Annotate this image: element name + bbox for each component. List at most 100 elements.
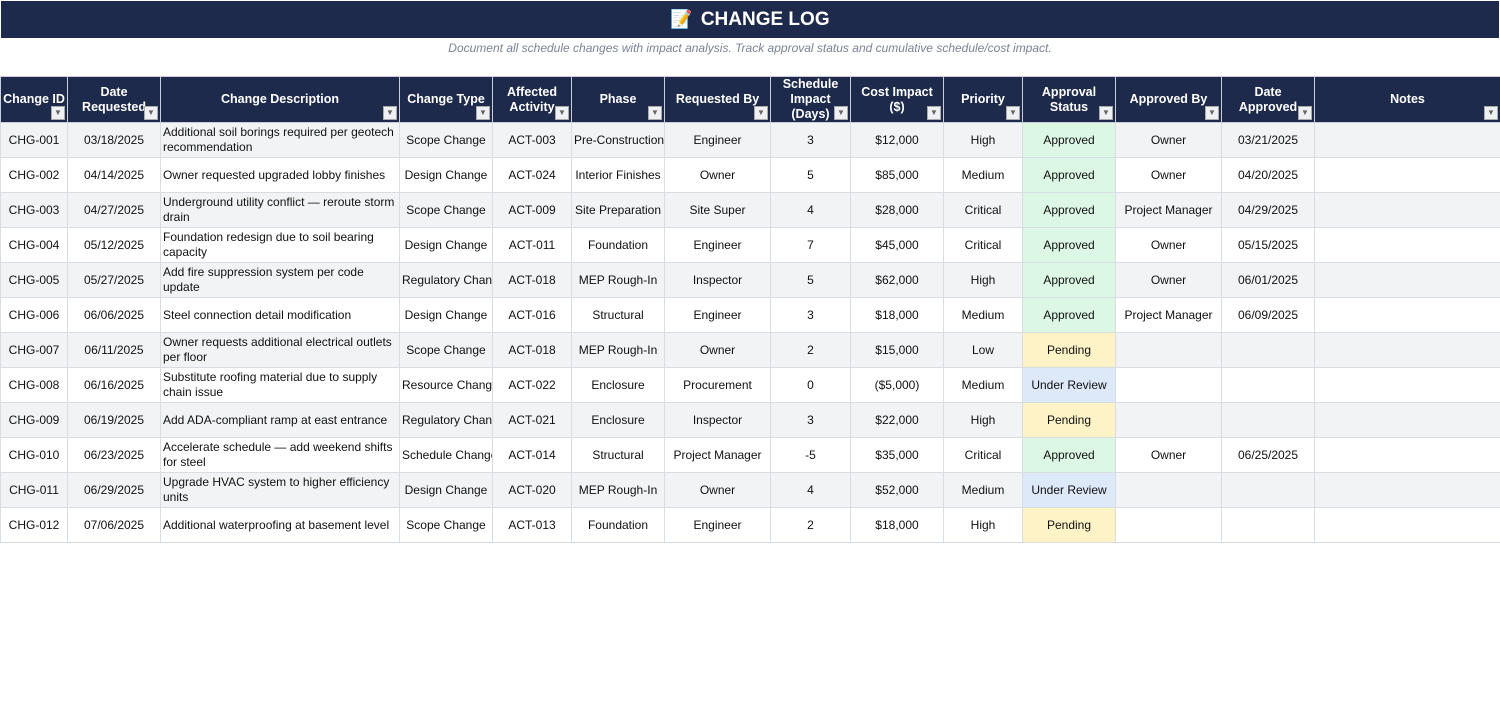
cell-approval-status[interactable]: Under Review <box>1022 367 1116 403</box>
cell-requested-by[interactable]: Project Manager <box>664 437 771 473</box>
cell-approved-by[interactable] <box>1115 472 1222 508</box>
cell-notes[interactable] <box>1314 262 1500 298</box>
filter-dropdown-icon[interactable]: ▼ <box>51 106 65 120</box>
cell-cost-impact[interactable]: $18,000 <box>850 297 944 333</box>
column-header[interactable]: Phase ▼ <box>571 76 665 123</box>
cell-change-id[interactable]: CHG-011 <box>0 472 68 508</box>
cell-approval-status[interactable]: Under Review <box>1022 472 1116 508</box>
cell-approved-by[interactable] <box>1115 332 1222 368</box>
cell-priority[interactable]: Critical <box>943 227 1023 263</box>
column-header[interactable]: Change Description ▼ <box>160 76 400 123</box>
cell-change-description[interactable]: Accelerate schedule — add weekend shifts… <box>160 437 400 473</box>
cell-approval-status[interactable]: Pending <box>1022 402 1116 438</box>
cell-schedule-impact-days[interactable]: 3 <box>770 122 851 158</box>
cell-change-type[interactable]: Scope Change <box>399 332 493 368</box>
cell-phase[interactable]: Enclosure <box>571 367 665 403</box>
cell-date-approved[interactable]: 04/20/2025 <box>1221 157 1315 193</box>
column-header[interactable]: Requested By ▼ <box>664 76 771 123</box>
cell-change-id[interactable]: CHG-012 <box>0 507 68 543</box>
cell-cost-impact[interactable]: $35,000 <box>850 437 944 473</box>
cell-change-description[interactable]: Add fire suppression system per code upd… <box>160 262 400 298</box>
cell-change-type[interactable]: Regulatory Change <box>399 262 493 298</box>
cell-notes[interactable] <box>1314 402 1500 438</box>
cell-notes[interactable] <box>1314 472 1500 508</box>
cell-change-type[interactable]: Scope Change <box>399 507 493 543</box>
cell-change-type[interactable]: Design Change <box>399 472 493 508</box>
cell-requested-by[interactable]: Owner <box>664 332 771 368</box>
cell-change-id[interactable]: CHG-008 <box>0 367 68 403</box>
filter-dropdown-icon[interactable]: ▼ <box>648 106 662 120</box>
cell-affected-activity[interactable]: ACT-011 <box>492 227 572 263</box>
cell-date-requested[interactable]: 06/29/2025 <box>67 472 161 508</box>
cell-cost-impact[interactable]: $18,000 <box>850 507 944 543</box>
filter-dropdown-icon[interactable]: ▼ <box>1006 106 1020 120</box>
cell-cost-impact[interactable]: $45,000 <box>850 227 944 263</box>
cell-date-approved[interactable]: 05/15/2025 <box>1221 227 1315 263</box>
cell-change-type[interactable]: Scope Change <box>399 192 493 228</box>
column-header[interactable]: Approval Status ▼ <box>1022 76 1116 123</box>
cell-date-requested[interactable]: 05/27/2025 <box>67 262 161 298</box>
cell-schedule-impact-days[interactable]: 5 <box>770 262 851 298</box>
cell-priority[interactable]: Medium <box>943 367 1023 403</box>
cell-date-approved[interactable] <box>1221 367 1315 403</box>
cell-cost-impact[interactable]: $15,000 <box>850 332 944 368</box>
cell-priority[interactable]: High <box>943 122 1023 158</box>
cell-approved-by[interactable] <box>1115 367 1222 403</box>
cell-schedule-impact-days[interactable]: 2 <box>770 507 851 543</box>
cell-phase[interactable]: Interior Finishes <box>571 157 665 193</box>
cell-approved-by[interactable]: Owner <box>1115 157 1222 193</box>
cell-date-approved[interactable]: 06/25/2025 <box>1221 437 1315 473</box>
cell-phase[interactable]: Enclosure <box>571 402 665 438</box>
cell-change-description[interactable]: Owner requested upgraded lobby finishes <box>160 157 400 193</box>
cell-affected-activity[interactable]: ACT-018 <box>492 332 572 368</box>
column-header[interactable]: Affected Activity ▼ <box>492 76 572 123</box>
cell-phase[interactable]: Foundation <box>571 507 665 543</box>
cell-approval-status[interactable]: Approved <box>1022 157 1116 193</box>
cell-requested-by[interactable]: Inspector <box>664 262 771 298</box>
cell-notes[interactable] <box>1314 332 1500 368</box>
cell-priority[interactable]: High <box>943 507 1023 543</box>
cell-phase[interactable]: Foundation <box>571 227 665 263</box>
cell-change-description[interactable]: Additional soil borings required per geo… <box>160 122 400 158</box>
cell-approval-status[interactable]: Approved <box>1022 192 1116 228</box>
cell-change-type[interactable]: Design Change <box>399 157 493 193</box>
cell-priority[interactable]: Critical <box>943 437 1023 473</box>
cell-change-description[interactable]: Substitute roofing material due to suppl… <box>160 367 400 403</box>
cell-change-type[interactable]: Resource Change <box>399 367 493 403</box>
cell-cost-impact[interactable]: $28,000 <box>850 192 944 228</box>
cell-phase[interactable]: MEP Rough-In <box>571 262 665 298</box>
cell-schedule-impact-days[interactable]: -5 <box>770 437 851 473</box>
cell-notes[interactable] <box>1314 437 1500 473</box>
cell-priority[interactable]: High <box>943 262 1023 298</box>
filter-dropdown-icon[interactable]: ▼ <box>834 106 848 120</box>
cell-change-description[interactable]: Steel connection detail modification <box>160 297 400 333</box>
cell-change-description[interactable]: Underground utility conflict — reroute s… <box>160 192 400 228</box>
cell-approval-status[interactable]: Approved <box>1022 122 1116 158</box>
cell-schedule-impact-days[interactable]: 3 <box>770 297 851 333</box>
cell-date-approved[interactable]: 06/01/2025 <box>1221 262 1315 298</box>
cell-change-type[interactable]: Scope Change <box>399 122 493 158</box>
filter-dropdown-icon[interactable]: ▼ <box>144 106 158 120</box>
cell-requested-by[interactable]: Owner <box>664 472 771 508</box>
cell-approval-status[interactable]: Pending <box>1022 332 1116 368</box>
cell-requested-by[interactable]: Owner <box>664 157 771 193</box>
filter-dropdown-icon[interactable]: ▼ <box>1484 106 1498 120</box>
filter-dropdown-icon[interactable]: ▼ <box>754 106 768 120</box>
cell-requested-by[interactable]: Engineer <box>664 507 771 543</box>
cell-notes[interactable] <box>1314 367 1500 403</box>
column-header[interactable]: Cost Impact ($) ▼ <box>850 76 944 123</box>
filter-dropdown-icon[interactable]: ▼ <box>927 106 941 120</box>
cell-approved-by[interactable] <box>1115 507 1222 543</box>
cell-priority[interactable]: Medium <box>943 157 1023 193</box>
cell-change-id[interactable]: CHG-009 <box>0 402 68 438</box>
cell-affected-activity[interactable]: ACT-013 <box>492 507 572 543</box>
cell-date-requested[interactable]: 03/18/2025 <box>67 122 161 158</box>
cell-cost-impact[interactable]: $22,000 <box>850 402 944 438</box>
cell-date-approved[interactable] <box>1221 507 1315 543</box>
cell-affected-activity[interactable]: ACT-016 <box>492 297 572 333</box>
cell-approved-by[interactable]: Project Manager <box>1115 297 1222 333</box>
cell-approval-status[interactable]: Approved <box>1022 437 1116 473</box>
cell-priority[interactable]: Low <box>943 332 1023 368</box>
cell-phase[interactable]: MEP Rough-In <box>571 472 665 508</box>
filter-dropdown-icon[interactable]: ▼ <box>555 106 569 120</box>
